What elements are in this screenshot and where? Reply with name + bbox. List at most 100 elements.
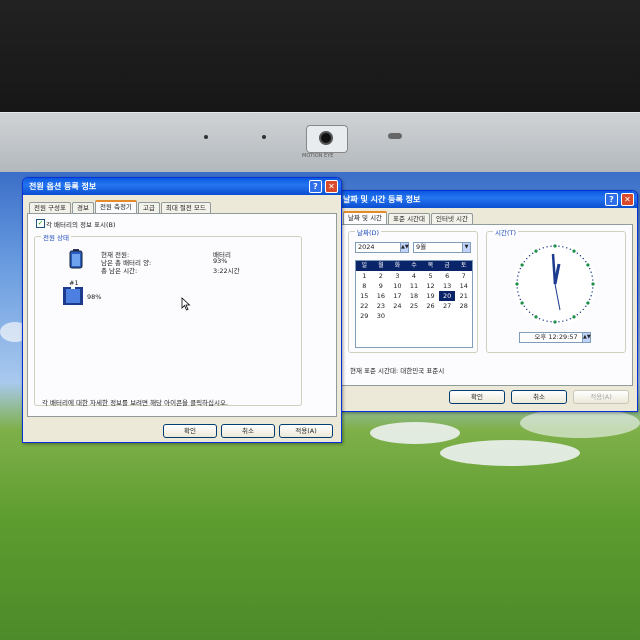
month-select[interactable]: 9월 ▼ (413, 242, 471, 253)
calendar-day[interactable]: 1 (356, 271, 373, 281)
chevron-down-icon[interactable]: ▼ (462, 243, 470, 252)
close-icon[interactable]: ✕ (325, 180, 338, 193)
clock-tick (528, 311, 531, 313)
tab-power-meter[interactable]: 전원 측정기 (94, 200, 137, 214)
apply-button[interactable]: 적용(A) (279, 424, 333, 438)
clock-tick (523, 260, 525, 263)
clock-tick (586, 301, 590, 305)
clock-tick (534, 249, 538, 253)
calendar-day[interactable]: 8 (356, 281, 373, 291)
calendar-day[interactable]: 10 (389, 281, 406, 291)
close-icon[interactable]: ✕ (621, 193, 634, 206)
clock-tick (558, 245, 560, 247)
microphone-slot (388, 133, 402, 139)
calendar-day[interactable]: 29 (356, 311, 373, 321)
calendar-day[interactable]: 2 (373, 271, 390, 281)
datetime-titlebar: 날짜 및 시간 등록 정보 ? ✕ (337, 191, 637, 208)
clock-tick (569, 248, 572, 250)
hint-text: 각 배터리에 대한 자세한 정보를 보려면 해당 아이콘을 클릭하십시오. (42, 399, 229, 407)
battery-1-icon[interactable] (63, 287, 83, 305)
battery-1-percent: 98% (87, 293, 102, 301)
calendar-day[interactable]: 26 (422, 301, 439, 311)
clock-tick (550, 321, 552, 323)
clock-tick (550, 245, 552, 247)
calendar-day[interactable]: 6 (439, 271, 456, 281)
clock-tick (576, 252, 579, 254)
cancel-button[interactable]: 취소 (511, 390, 567, 404)
clock-tick (558, 321, 560, 323)
calendar-day[interactable]: 9 (373, 281, 390, 291)
clock-tick (591, 282, 595, 286)
calendar-day[interactable]: 24 (389, 301, 406, 311)
calendar-day[interactable]: 11 (406, 281, 423, 291)
clock-tick (562, 320, 564, 322)
power-status-group: 전원 상태 현재 전원: 남은 총 배터리 양: 총 남은 시간: 배터리 93… (34, 232, 302, 406)
date-group: 날짜(D) 2024 ▲▼ 9월 ▼ 일월화수목금토 1 2 3 4 5 6 7 8 9 10 11… (348, 227, 478, 353)
calendar-day[interactable]: 14 (455, 281, 472, 291)
calendar-day[interactable]: 28 (455, 301, 472, 311)
webcam (306, 125, 348, 153)
clock-tick (546, 320, 548, 322)
power-titlebar: 전원 옵션 등록 정보 ? ✕ (23, 178, 341, 195)
time-group-label: 시간(T) (493, 227, 519, 237)
tab-date-time[interactable]: 날짜 및 시간 (343, 211, 388, 225)
clock-tick (553, 244, 557, 248)
calendar-day[interactable]: 18 (406, 291, 423, 301)
calendar-day[interactable]: 3 (389, 271, 406, 281)
calendar-day[interactable]: 15 (356, 291, 373, 301)
remaining-battery-value: 93% (213, 257, 228, 265)
clock-tick (516, 287, 518, 289)
spinner-arrows-icon[interactable]: ▲▼ (582, 333, 591, 342)
cancel-button[interactable]: 취소 (221, 424, 275, 438)
calendar-day[interactable]: 22 (356, 301, 373, 311)
desktop: 날짜 및 시간 등록 정보 ? ✕ 날짜 및 시간 표준 시간대 인터넷 시간 … (0, 172, 640, 640)
clock-tick (591, 291, 593, 293)
calendar-day[interactable]: 7 (455, 271, 472, 281)
remaining-time-value: 3:22시간 (213, 267, 240, 275)
clock-tick (531, 314, 534, 316)
calendar-day[interactable]: 30 (373, 311, 390, 321)
calendar-day[interactable]: 16 (373, 291, 390, 301)
spinner-arrows-icon[interactable]: ▲▼ (400, 243, 409, 252)
weekday-label: 일 (361, 262, 368, 269)
calendar-day[interactable]: 4 (406, 271, 423, 281)
show-details-label: 각 배터리의 정보 표시(B) (46, 221, 116, 229)
clock-tick (566, 319, 568, 321)
help-icon[interactable]: ? (309, 180, 322, 193)
clock-tick (589, 267, 591, 270)
calendar-weekday-header: 일월화수목금토 (356, 261, 472, 271)
year-spinner[interactable]: 2024 ▲▼ (355, 242, 409, 253)
calendar-day[interactable]: 5 (422, 271, 439, 281)
ok-button[interactable]: 확인 (449, 390, 505, 404)
calendar-day[interactable]: 23 (373, 301, 390, 311)
clock-tick (582, 308, 584, 311)
battery-number: #1 (69, 279, 79, 287)
calendar-day[interactable]: 20 (438, 291, 456, 301)
clock-tick (566, 247, 568, 249)
clock-tick (562, 246, 564, 248)
weekday-label: 토 (460, 262, 467, 269)
calendar-day[interactable]: 12 (422, 281, 439, 291)
calendar-day[interactable]: 25 (406, 301, 423, 311)
calendar-day[interactable]: 21 (455, 291, 472, 301)
time-field[interactable]: 오후 12:29:57 ▲▼ (519, 332, 591, 343)
hour-hand (553, 263, 561, 285)
clock-tick (590, 295, 592, 297)
weekday-label: 수 (411, 262, 417, 269)
second-hand (554, 283, 561, 311)
ok-button[interactable]: 확인 (163, 424, 217, 438)
calendar-day[interactable]: 17 (389, 291, 406, 301)
clock-tick (579, 255, 582, 257)
clock-tick (517, 275, 519, 277)
laptop-bezel (0, 0, 640, 118)
show-details-checkbox[interactable]: ✓ (36, 219, 45, 228)
calendar-day[interactable]: 13 (439, 281, 456, 291)
calendar-day[interactable]: 19 (422, 291, 439, 301)
analog-clock (513, 242, 597, 326)
clock-tick (519, 267, 521, 270)
calendar-day[interactable]: 27 (439, 301, 456, 311)
apply-button[interactable]: 적용(A) (573, 390, 629, 404)
help-icon[interactable]: ? (605, 193, 618, 206)
battery-icon (69, 249, 83, 269)
timezone-text: 현재 표준 시간대: 대한민국 표준시 (350, 367, 445, 375)
